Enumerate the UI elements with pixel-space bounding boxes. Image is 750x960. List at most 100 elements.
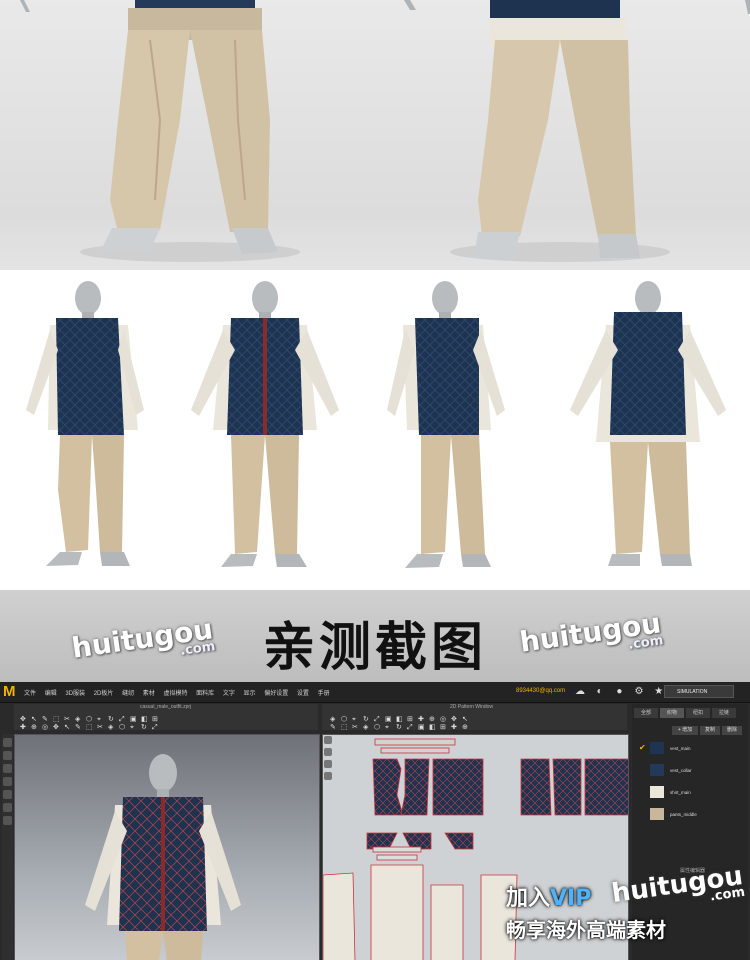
tool-2d-icon[interactable]: ✥	[451, 716, 458, 723]
add-fabric-button[interactable]: + 增加	[672, 726, 698, 735]
tab-3d-title[interactable]: casual_male_outfit.zprj	[140, 704, 191, 712]
fabric-name[interactable]: vest_collar	[670, 768, 692, 773]
tool-3d-icon[interactable]: ⌖	[130, 724, 137, 731]
menu-preferences[interactable]: 偏好设置	[264, 691, 288, 697]
tool-2d-icon[interactable]: ◈	[330, 716, 337, 723]
tool-2d-icon[interactable]: ↻	[363, 716, 370, 723]
star-icon[interactable]: ★	[653, 686, 665, 698]
tool-3d-icon[interactable]: ◧	[141, 716, 148, 723]
copy-fabric-button[interactable]: 复制	[700, 726, 720, 735]
tool-2d-icon[interactable]: ▣	[385, 716, 392, 723]
panel-tab-all[interactable]: 全部	[634, 708, 658, 718]
user-account[interactable]: 8934430@qq.com	[516, 688, 565, 694]
menu-edit[interactable]: 编辑	[45, 691, 57, 697]
tool-3d-icon[interactable]: ✂	[64, 716, 71, 723]
menu-file[interactable]: 文件	[24, 691, 36, 697]
tool-2d-icon[interactable]: ✂	[352, 724, 359, 731]
tool-2d-icon[interactable]: ⬡	[341, 716, 348, 723]
tool-3d-icon[interactable]: ⬡	[119, 724, 126, 731]
tool-icon-6[interactable]	[3, 803, 12, 812]
tool-3d-icon[interactable]: ⬚	[53, 716, 60, 723]
tool-3d-icon[interactable]: ⬚	[86, 724, 93, 731]
tool-3d-icon[interactable]: ⤢	[152, 724, 159, 731]
fabric-name[interactable]: vest_main	[670, 746, 691, 751]
tool-3d-icon[interactable]: ✚	[20, 724, 27, 731]
tool-3d-icon[interactable]: ◎	[42, 724, 49, 731]
tool-icon-5[interactable]	[3, 790, 12, 799]
menu-materials[interactable]: 素材	[143, 691, 155, 697]
pattern-tool-3[interactable]	[324, 760, 332, 768]
tool-3d-icon[interactable]: ⤢	[119, 716, 126, 723]
pattern-tool-2[interactable]	[324, 748, 332, 756]
tool-2d-icon[interactable]: ⊞	[440, 724, 447, 731]
tool-2d-icon[interactable]: ◧	[396, 716, 403, 723]
menu-settings[interactable]: 设置	[297, 691, 309, 697]
menu-fabric-library[interactable]: 面料库	[196, 691, 214, 697]
tool-3d-icon[interactable]: ✎	[75, 724, 82, 731]
fabric-name[interactable]: pants_middle	[670, 812, 697, 817]
tool-3d-icon[interactable]: ⊞	[152, 716, 159, 723]
pattern-tool-4[interactable]	[324, 772, 332, 780]
delete-fabric-button[interactable]: 删除	[722, 726, 742, 735]
fabric-swatch[interactable]	[650, 808, 664, 820]
tool-2d-icon[interactable]: ✚	[418, 716, 425, 723]
tool-icon-3[interactable]	[3, 764, 12, 773]
tool-2d-icon[interactable]: ⌖	[352, 716, 359, 723]
tool-2d-icon[interactable]: ⤢	[374, 716, 381, 723]
tool-2d-icon[interactable]: ↖	[462, 716, 469, 723]
tool-3d-icon[interactable]: ↖	[31, 716, 38, 723]
tab-2d-title[interactable]: 2D Pattern Window	[450, 704, 493, 712]
menu-text[interactable]: 文字	[223, 691, 235, 697]
tool-3d-icon[interactable]: ⬡	[86, 716, 93, 723]
tool-2d-icon[interactable]: ⊞	[407, 716, 414, 723]
tool-2d-icon[interactable]: ✚	[451, 724, 458, 731]
simulation-button[interactable]: SIMULATION	[664, 685, 734, 698]
tool-2d-icon[interactable]: ⬚	[341, 724, 348, 731]
tool-2d-icon[interactable]: ⬡	[374, 724, 381, 731]
panel-tab-zipper[interactable]: 拉链	[712, 708, 736, 718]
menu-manual[interactable]: 手册	[318, 691, 330, 697]
cloud-icon[interactable]: ☁	[574, 686, 586, 698]
tool-icon-7[interactable]	[3, 816, 12, 825]
tool-3d-icon[interactable]: ✂	[97, 724, 104, 731]
tool-2d-icon[interactable]: ⤢	[407, 724, 414, 731]
tool-2d-icon[interactable]: ◈	[363, 724, 370, 731]
viewport-3d[interactable]	[14, 734, 320, 960]
tool-2d-icon[interactable]: ✎	[330, 724, 337, 731]
tool-icon-2[interactable]	[3, 751, 12, 760]
sound-icon[interactable]: ◐	[594, 686, 606, 698]
tool-3d-icon[interactable]: ↖	[64, 724, 71, 731]
tool-3d-icon[interactable]: ↻	[141, 724, 148, 731]
panel-tab-fabric[interactable]: 织物	[660, 708, 684, 718]
tool-3d-icon[interactable]: ✥	[53, 724, 60, 731]
menu-sewing[interactable]: 缝纫	[122, 691, 134, 697]
fabric-swatch[interactable]	[650, 764, 664, 776]
tool-3d-icon[interactable]: ✎	[42, 716, 49, 723]
settings-icon[interactable]: ⚙	[633, 686, 645, 698]
menu-avatar[interactable]: 虚拟模特	[163, 691, 187, 697]
panel-tab-button[interactable]: 纽扣	[686, 708, 710, 718]
menu-2d-pattern[interactable]: 2D板片	[94, 691, 114, 697]
fabric-name[interactable]: shirt_main	[670, 790, 691, 795]
tool-2d-icon[interactable]: ↻	[396, 724, 403, 731]
tool-2d-icon[interactable]: ⊕	[429, 716, 436, 723]
tool-2d-icon[interactable]: ⊕	[462, 724, 469, 731]
tool-3d-icon[interactable]: ⊕	[31, 724, 38, 731]
tool-icon-4[interactable]	[3, 777, 12, 786]
fabric-swatch[interactable]	[650, 742, 664, 754]
tool-2d-icon[interactable]: ▣	[418, 724, 425, 731]
tool-2d-icon[interactable]: ⌖	[385, 724, 392, 731]
tool-3d-icon[interactable]: ⌖	[97, 716, 104, 723]
tool-icon-1[interactable]	[3, 738, 12, 747]
menu-3d-garment[interactable]: 3D服装	[65, 691, 85, 697]
tool-3d-icon[interactable]: ◈	[75, 716, 82, 723]
menu-display[interactable]: 显示	[244, 691, 256, 697]
tool-3d-icon[interactable]: ▣	[130, 716, 137, 723]
tool-3d-icon[interactable]: ✥	[20, 716, 27, 723]
user-icon[interactable]: ●	[613, 686, 625, 698]
tool-3d-icon[interactable]: ↻	[108, 716, 115, 723]
fabric-swatch[interactable]	[650, 786, 664, 798]
tool-3d-icon[interactable]: ◈	[108, 724, 115, 731]
tool-2d-icon[interactable]: ◧	[429, 724, 436, 731]
tool-2d-icon[interactable]: ◎	[440, 716, 447, 723]
